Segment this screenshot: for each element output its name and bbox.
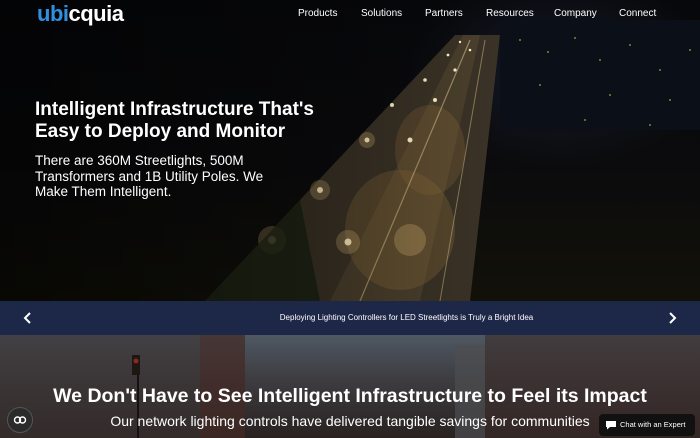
hero-overlay bbox=[0, 0, 700, 301]
chevron-right-icon[interactable] bbox=[665, 311, 679, 325]
cookie-settings-button[interactable] bbox=[7, 407, 33, 433]
nav-item-solutions[interactable]: Solutions bbox=[361, 8, 402, 20]
chat-bubble-icon bbox=[606, 421, 616, 430]
impact-section: We Don't Have to See Intelligent Infrast… bbox=[0, 335, 700, 438]
chat-with-expert-button[interactable]: Chat with an Expert bbox=[599, 414, 695, 436]
nav-item-products[interactable]: Products bbox=[298, 8, 337, 20]
main-nav: Products Solutions Partners Resources Co… bbox=[0, 8, 700, 22]
announcement-carousel: Deploying Lighting Controllers for LED S… bbox=[0, 301, 700, 335]
nav-item-company[interactable]: Company bbox=[554, 8, 597, 20]
hero-subtitle: There are 360M Streetlights, 500M Transf… bbox=[35, 153, 264, 199]
nav-item-connect[interactable]: Connect bbox=[619, 8, 656, 20]
hero-section: ubicquia Products Solutions Partners Res… bbox=[0, 0, 700, 301]
nav-item-partners[interactable]: Partners bbox=[425, 8, 463, 20]
cookie-settings-icon bbox=[13, 416, 27, 424]
carousel-slide-text[interactable]: Deploying Lighting Controllers for LED S… bbox=[0, 312, 700, 324]
hero-title: Intelligent Infrastructure That's Easy t… bbox=[35, 99, 314, 142]
chat-button-label: Chat with an Expert bbox=[620, 420, 686, 429]
nav-item-resources[interactable]: Resources bbox=[486, 8, 534, 20]
impact-subtitle: Our network lighting controls have deliv… bbox=[110, 413, 590, 429]
impact-title: We Don't Have to See Intelligent Infrast… bbox=[53, 385, 647, 407]
